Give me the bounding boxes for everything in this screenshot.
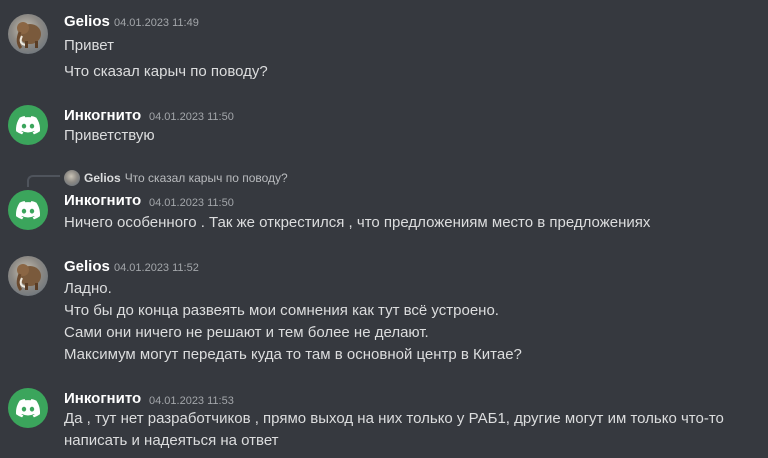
message-text: Сами они ничего не решают и тем более не… [64, 324, 429, 341]
message-timestamp: 04.01.2023 11:50 [149, 111, 234, 123]
reply-spine [27, 175, 60, 187]
message-text: Что бы до конца развеять мои сомнения ка… [64, 302, 499, 319]
message-author[interactable]: Gelios [64, 13, 110, 30]
message-text: Привет [64, 37, 115, 54]
discord-logo-icon[interactable] [8, 105, 48, 145]
message-author[interactable]: Gelios [64, 258, 110, 275]
discord-logo-icon[interactable] [8, 388, 48, 428]
message-author[interactable]: Инкогнито [64, 390, 141, 407]
reply-author: Gelios [84, 171, 121, 185]
discord-logo-icon[interactable] [8, 190, 48, 230]
message-text: Ладно. [64, 280, 112, 297]
message-text: Максимум могут передать куда то там в ос… [64, 346, 522, 363]
message-timestamp: 04.01.2023 11:50 [149, 197, 234, 209]
message-author[interactable]: Инкогнито [64, 192, 141, 209]
message-author[interactable]: Инкогнито [64, 107, 141, 124]
message-text: Да , тут нет разработчиков , прямо выход… [64, 410, 724, 427]
message-timestamp: 04.01.2023 11:53 [149, 395, 234, 407]
mammoth-avatar-icon[interactable] [8, 256, 48, 296]
message-text: написать и надеяться на ответ [64, 432, 279, 449]
reply-preview-text: Что сказал карыч по поводу? [124, 171, 288, 185]
message-timestamp: 04.01.2023 11:49 [114, 17, 199, 29]
mammoth-avatar-icon[interactable] [8, 14, 48, 54]
message-text: Ничего особенного . Так же открестился ,… [64, 214, 651, 231]
reply-reference[interactable]: Gelios Что сказал карыч по поводу? [64, 169, 288, 187]
message-timestamp: 04.01.2023 11:52 [114, 262, 199, 274]
message-text: Что сказал карыч по поводу? [64, 63, 268, 80]
reply-avatar-icon [64, 170, 80, 186]
message-text: Приветствую [64, 127, 155, 144]
chat-message-list: Gelios 04.01.2023 11:49 Привет Что сказа… [0, 0, 768, 458]
